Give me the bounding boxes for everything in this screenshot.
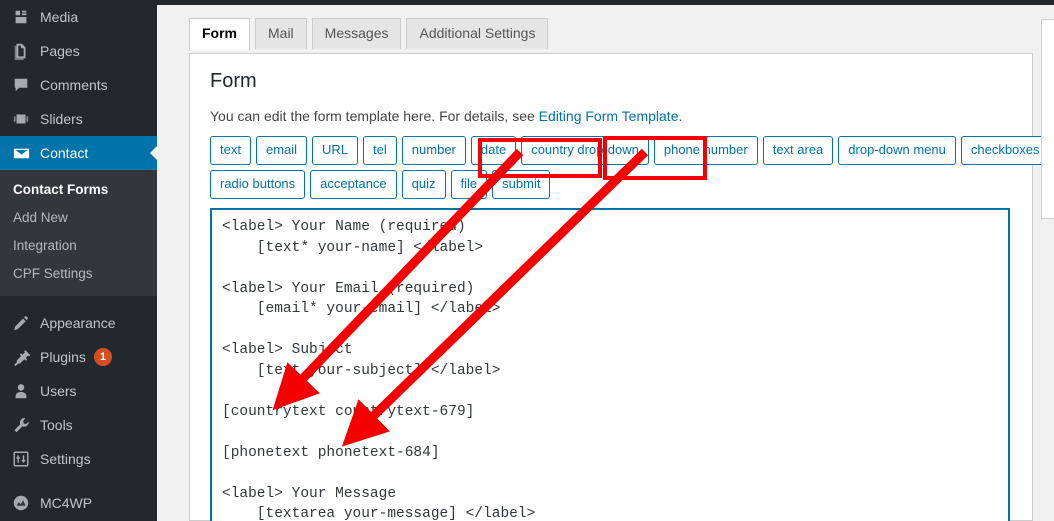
sidebar-item-label: MC4WP	[40, 495, 93, 511]
sidebar-item-tools[interactable]: Tools	[0, 408, 157, 442]
tab-additional-settings[interactable]: Additional Settings	[406, 18, 549, 49]
right-side-panel	[1041, 19, 1054, 219]
sidebar-item-label: Contact	[40, 145, 89, 161]
sidebar-item-label: Plugins	[40, 349, 86, 365]
tag-button-number[interactable]: number	[401, 136, 466, 165]
submenu-item-cpf-settings[interactable]: CPF Settings	[0, 260, 157, 288]
sidebar-item-settings[interactable]: Settings	[0, 442, 157, 476]
sidebar-item-label: Settings	[40, 451, 91, 467]
tag-button-url[interactable]: URL	[312, 136, 359, 165]
sidebar-item-sliders[interactable]: Sliders	[0, 102, 157, 136]
sliders-icon	[11, 109, 31, 129]
sidebar-separator-2	[0, 476, 157, 486]
plugins-update-badge: 1	[93, 348, 112, 366]
submenu-item-label: Add New	[13, 210, 68, 225]
user-icon	[11, 381, 31, 401]
sidebar-item-contact[interactable]: Contact	[0, 136, 158, 170]
form-template-editor[interactable]	[210, 208, 1010, 521]
sidebar-item-pages[interactable]: Pages	[0, 34, 157, 68]
tab-label: Messages	[324, 25, 389, 41]
sidebar-item-comments[interactable]: Comments	[0, 68, 157, 102]
tag-button-radio-buttons[interactable]: radio buttons	[210, 170, 306, 199]
tag-button-email[interactable]: email	[255, 136, 308, 165]
tag-button-submit[interactable]: submit	[492, 170, 551, 199]
tab-label: Mail	[268, 25, 294, 41]
sidebar-item-label: Pages	[40, 43, 80, 59]
main-content: Form Mail Messages Additional Settings F…	[157, 5, 1054, 521]
tag-button-file[interactable]: file	[450, 170, 488, 199]
sidebar-item-label: Media	[40, 9, 79, 25]
tab-form[interactable]: Form	[189, 18, 250, 50]
submenu-item-label: Integration	[13, 238, 77, 253]
form-tag-generator: text email URL tel number date country d…	[210, 136, 1050, 199]
tag-button-drop-down-menu[interactable]: drop-down menu	[838, 136, 956, 165]
comments-icon	[11, 75, 31, 95]
mc4wp-icon	[11, 493, 31, 513]
tab-label: Form	[202, 25, 237, 41]
plug-icon	[11, 347, 31, 367]
tag-button-phone-number[interactable]: phone number	[653, 136, 758, 165]
tag-button-acceptance[interactable]: acceptance	[310, 170, 397, 199]
tab-label: Additional Settings	[419, 25, 536, 41]
tag-row-1: text email URL tel number date country d…	[210, 136, 1050, 165]
media-icon	[11, 7, 31, 27]
sidebar-item-plugins[interactable]: Plugins 1	[0, 340, 157, 374]
form-panel: Form You can edit the form template here…	[189, 53, 1050, 521]
editing-form-template-link[interactable]: Editing Form Template	[539, 108, 679, 124]
tag-button-text-area[interactable]: text area	[762, 136, 834, 165]
tag-button-tel[interactable]: tel	[363, 136, 397, 165]
admin-sidebar: Media Pages Comments Sliders Contact Con…	[0, 0, 158, 521]
sidebar-separator	[0, 296, 157, 306]
sidebar-item-label: Comments	[40, 77, 108, 93]
tag-row-2: radio buttons acceptance quiz file submi…	[210, 170, 1012, 199]
submenu-item-add-new[interactable]: Add New	[0, 204, 157, 232]
tag-button-quiz[interactable]: quiz	[401, 170, 446, 199]
form-description-text: You can edit the form template here. For…	[210, 108, 539, 124]
submenu-item-label: CPF Settings	[13, 266, 93, 281]
page-title: Form	[210, 70, 257, 92]
screen: Media Pages Comments Sliders Contact Con…	[0, 0, 1054, 521]
sidebar-item-media[interactable]: Media	[0, 0, 157, 34]
tab-messages[interactable]: Messages	[311, 18, 402, 49]
submenu-item-contact-forms[interactable]: Contact Forms	[0, 176, 157, 204]
form-description: You can edit the form template here. For…	[210, 107, 1012, 125]
sidebar-item-label: Tools	[40, 417, 73, 433]
form-description-period: .	[678, 108, 683, 124]
tab-mail[interactable]: Mail	[255, 18, 307, 49]
sidebar-item-label: Users	[40, 383, 77, 399]
pages-icon	[11, 41, 31, 61]
sliders-settings-icon	[11, 449, 31, 469]
paintbrush-icon	[11, 313, 31, 333]
tag-button-country-drop-down[interactable]: country drop-down	[521, 136, 649, 165]
tag-button-checkboxes[interactable]: checkboxes	[960, 136, 1050, 165]
wrench-icon	[11, 415, 31, 435]
tabs-rule	[189, 53, 1033, 54]
tag-button-text[interactable]: text	[210, 136, 251, 165]
sidebar-item-appearance[interactable]: Appearance	[0, 306, 157, 340]
submenu-item-integration[interactable]: Integration	[0, 232, 157, 260]
sidebar-item-label: Appearance	[40, 315, 116, 331]
sidebar-item-label: Sliders	[40, 111, 83, 127]
submenu-item-label: Contact Forms	[13, 182, 109, 197]
contact-submenu: Contact Forms Add New Integration CPF Se…	[0, 170, 157, 296]
sidebar-item-mc4wp[interactable]: MC4WP	[0, 486, 157, 520]
tag-button-date[interactable]: date	[470, 136, 517, 165]
tab-bar: Form Mail Messages Additional Settings	[189, 18, 549, 50]
envelope-icon	[11, 143, 31, 163]
sidebar-item-users[interactable]: Users	[0, 374, 157, 408]
